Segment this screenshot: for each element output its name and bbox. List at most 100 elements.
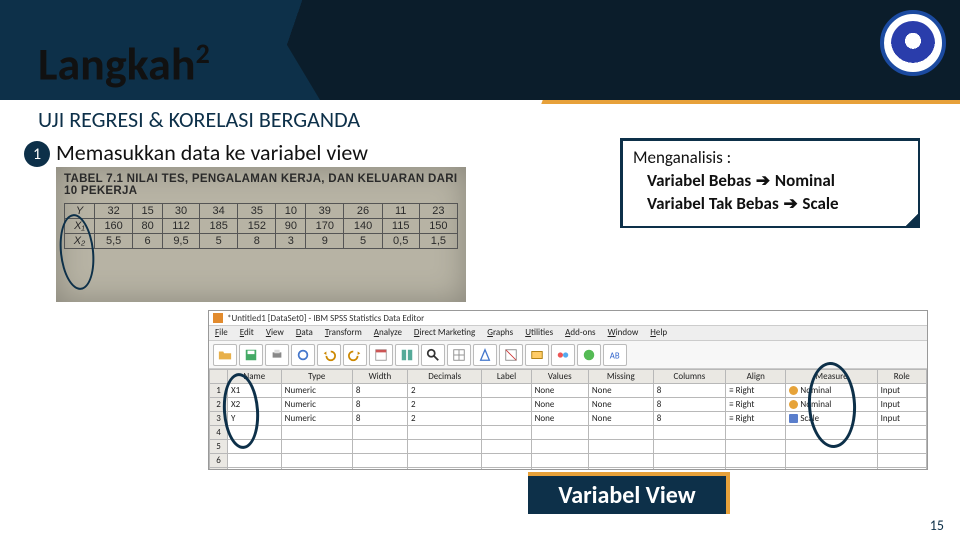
variables-icon[interactable] (395, 344, 419, 366)
col-values[interactable]: Values (531, 370, 588, 384)
cell-empty[interactable] (877, 426, 926, 440)
cell-label[interactable] (482, 384, 531, 398)
cell-empty[interactable] (407, 440, 482, 454)
cell-empty[interactable] (531, 426, 588, 440)
weight-cases-icon[interactable] (473, 344, 497, 366)
undo-icon[interactable] (317, 344, 341, 366)
col-label[interactable]: Label (482, 370, 531, 384)
cell-empty[interactable] (281, 426, 352, 440)
cell-values[interactable]: None (531, 412, 588, 426)
select-cases-icon[interactable] (499, 344, 523, 366)
cell-empty[interactable] (653, 468, 725, 471)
cell-role[interactable]: Input (877, 412, 926, 426)
save-icon[interactable] (239, 344, 263, 366)
print-icon[interactable] (265, 344, 289, 366)
col-missing[interactable]: Missing (588, 370, 653, 384)
find-icon[interactable] (421, 344, 445, 366)
cell-missing[interactable]: None (588, 398, 653, 412)
menu-transform[interactable]: Transform (325, 327, 362, 339)
cell-empty[interactable] (407, 426, 482, 440)
spell-check-icon[interactable]: AB (603, 344, 627, 366)
split-file-icon[interactable] (447, 344, 471, 366)
cell-empty[interactable] (531, 468, 588, 471)
cell-empty[interactable] (786, 468, 877, 471)
show-all-icon[interactable] (577, 344, 601, 366)
cell-empty[interactable] (482, 426, 531, 440)
cell-empty[interactable] (482, 440, 531, 454)
cell-empty[interactable] (482, 468, 531, 471)
cell-values[interactable]: None (531, 384, 588, 398)
menu-data[interactable]: Data (296, 327, 313, 339)
menu-utilities[interactable]: Utilities (525, 327, 553, 339)
menu-view[interactable]: View (266, 327, 284, 339)
menu-file[interactable]: File (215, 327, 228, 339)
col-width[interactable]: Width (352, 370, 407, 384)
cell-align[interactable]: Right (726, 412, 786, 426)
cell-missing[interactable]: None (588, 412, 653, 426)
menu-add-ons[interactable]: Add-ons (565, 327, 595, 339)
menu-window[interactable]: Window (608, 327, 639, 339)
menu-help[interactable]: Help (650, 327, 667, 339)
open-file-icon[interactable] (213, 344, 237, 366)
cell-empty[interactable] (281, 440, 352, 454)
cell-empty[interactable] (281, 468, 352, 471)
cell-empty[interactable] (588, 468, 653, 471)
cell-missing[interactable]: None (588, 384, 653, 398)
cell-columns[interactable]: 8 (653, 384, 725, 398)
cell-empty[interactable] (726, 454, 786, 468)
cell-empty[interactable] (228, 454, 282, 468)
col-role[interactable]: Role (877, 370, 926, 384)
col-decimals[interactable]: Decimals (407, 370, 482, 384)
col-rownum[interactable] (210, 370, 228, 384)
cell-values[interactable]: None (531, 398, 588, 412)
cell-empty[interactable] (352, 440, 407, 454)
cell-empty[interactable] (352, 468, 407, 471)
cell-width[interactable]: 8 (352, 384, 407, 398)
cell-decimals[interactable]: 2 (407, 384, 482, 398)
redo-icon[interactable] (343, 344, 367, 366)
cell-decimals[interactable]: 2 (407, 412, 482, 426)
cell-label[interactable] (482, 412, 531, 426)
cell-empty[interactable] (877, 454, 926, 468)
menu-analyze[interactable]: Analyze (374, 327, 402, 339)
row-number[interactable]: 7 (210, 468, 228, 471)
table-row-empty[interactable]: 5 (210, 440, 927, 454)
menu-direct-marketing[interactable]: Direct Marketing (414, 327, 475, 339)
cell-decimals[interactable]: 2 (407, 398, 482, 412)
cell-empty[interactable] (588, 454, 653, 468)
cell-type[interactable]: Numeric (281, 412, 352, 426)
cell-empty[interactable] (877, 440, 926, 454)
col-columns[interactable]: Columns (653, 370, 725, 384)
table-row-empty[interactable]: 6 (210, 454, 927, 468)
cell-empty[interactable] (726, 440, 786, 454)
cell-role[interactable]: Input (877, 384, 926, 398)
cell-empty[interactable] (407, 468, 482, 471)
cell-empty[interactable] (653, 440, 725, 454)
cell-empty[interactable] (786, 454, 877, 468)
cell-empty[interactable] (726, 426, 786, 440)
cell-empty[interactable] (482, 454, 531, 468)
use-sets-icon[interactable] (551, 344, 575, 366)
cell-label[interactable] (482, 398, 531, 412)
row-number[interactable]: 5 (210, 440, 228, 454)
col-type[interactable]: Type (281, 370, 352, 384)
cell-width[interactable]: 8 (352, 412, 407, 426)
cell-empty[interactable] (726, 468, 786, 471)
menu-graphs[interactable]: Graphs (487, 327, 513, 339)
cell-align[interactable]: Right (726, 384, 786, 398)
value-labels-icon[interactable] (525, 344, 549, 366)
cell-empty[interactable] (653, 454, 725, 468)
cell-columns[interactable]: 8 (653, 398, 725, 412)
goto-case-icon[interactable] (369, 344, 393, 366)
recall-icon[interactable] (291, 344, 315, 366)
cell-empty[interactable] (653, 426, 725, 440)
cell-width[interactable]: 8 (352, 398, 407, 412)
cell-empty[interactable] (352, 454, 407, 468)
cell-empty[interactable] (588, 440, 653, 454)
cell-columns[interactable]: 8 (653, 412, 725, 426)
cell-empty[interactable] (352, 426, 407, 440)
cell-empty[interactable] (531, 454, 588, 468)
row-number[interactable]: 6 (210, 454, 228, 468)
cell-type[interactable]: Numeric (281, 398, 352, 412)
cell-empty[interactable] (877, 468, 926, 471)
